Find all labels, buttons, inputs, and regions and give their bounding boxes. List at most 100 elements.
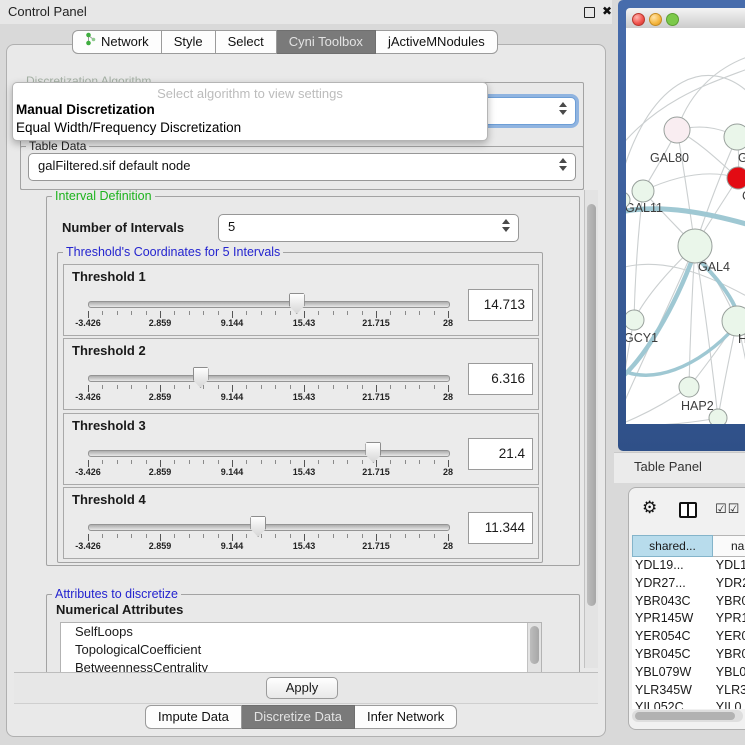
tick-mark bbox=[131, 534, 132, 538]
combobox-stepper-icon bbox=[559, 102, 568, 115]
slider-track[interactable] bbox=[88, 375, 450, 382]
cell-shared-name: YLR345W bbox=[632, 682, 716, 700]
network-node-gal80[interactable] bbox=[664, 117, 690, 143]
tick-label: -3.426 bbox=[75, 467, 101, 477]
threshold-value-field[interactable]: 11.344 bbox=[468, 512, 533, 544]
tick-mark bbox=[290, 460, 291, 464]
dropdown-option-2[interactable]: Equal Width/Frequency Discretization bbox=[16, 120, 241, 135]
network-node-gal11[interactable] bbox=[632, 180, 654, 202]
tick-mark bbox=[174, 311, 175, 315]
slider-track[interactable] bbox=[88, 301, 450, 308]
float-window-icon[interactable] bbox=[584, 7, 595, 18]
slider-thumb[interactable] bbox=[289, 293, 305, 314]
network-edge bbox=[695, 137, 737, 246]
tick-mark bbox=[448, 311, 449, 318]
threshold-panel-1: Threshold 1-3.4262.8599.14415.4321.71528… bbox=[63, 264, 539, 336]
slider-track[interactable] bbox=[88, 524, 450, 531]
tick-mark bbox=[419, 534, 420, 538]
list-scrollbar-track[interactable] bbox=[527, 623, 541, 673]
panel-scrollbar-thumb[interactable] bbox=[587, 204, 596, 606]
table-row[interactable]: YIL052CYIL0 bbox=[632, 699, 745, 709]
table-hscrollbar-thumb[interactable] bbox=[635, 712, 735, 720]
checkboxes-icon[interactable]: ☑☑ bbox=[715, 501, 740, 517]
node-label: GAL11 bbox=[626, 201, 663, 215]
cell-name: YBR0 bbox=[716, 593, 745, 611]
list-scrollbar-thumb[interactable] bbox=[530, 626, 539, 664]
network-node[interactable] bbox=[709, 409, 727, 424]
table-row[interactable]: YBR045CYBR0 bbox=[632, 646, 745, 664]
minimize-traffic-light-icon[interactable] bbox=[649, 13, 662, 26]
tab-infer-network[interactable]: Infer Network bbox=[355, 705, 457, 729]
tick-mark bbox=[261, 311, 262, 315]
tab-style[interactable]: Style bbox=[162, 30, 216, 54]
table-row[interactable]: YBR043CYBR0 bbox=[632, 593, 745, 611]
split-columns-icon[interactable] bbox=[679, 502, 697, 518]
threshold-value-field[interactable]: 14.713 bbox=[468, 289, 533, 321]
network-node-gcy1[interactable] bbox=[626, 310, 644, 330]
network-node-ga[interactable] bbox=[724, 124, 745, 150]
network-canvas[interactable]: GAL80GACGAL11GAL4GCY1HHAP2 bbox=[626, 28, 745, 424]
tick-mark bbox=[102, 385, 103, 389]
table-row[interactable]: YPR145WYPR1 bbox=[632, 610, 745, 628]
apply-button[interactable]: Apply bbox=[266, 677, 338, 699]
tick-mark bbox=[390, 460, 391, 464]
slider-thumb[interactable] bbox=[365, 442, 381, 463]
dropdown-option-1[interactable]: Manual Discretization bbox=[16, 102, 155, 117]
tick-mark bbox=[131, 311, 132, 315]
table-data-title: Table Data bbox=[26, 140, 89, 152]
tick-mark bbox=[448, 460, 449, 467]
network-node-gal4[interactable] bbox=[678, 229, 712, 263]
column-header-name[interactable]: na bbox=[713, 535, 745, 557]
table-data-combobox[interactable]: galFiltered.sif default node bbox=[28, 153, 576, 181]
close-traffic-light-icon[interactable] bbox=[632, 13, 645, 26]
gear-icon[interactable]: ⚙ bbox=[642, 498, 657, 518]
list-item[interactable]: TopologicalCoefficient bbox=[61, 641, 541, 659]
tick-mark bbox=[448, 385, 449, 392]
node-label: GAL80 bbox=[650, 151, 689, 165]
tick-mark bbox=[117, 460, 118, 464]
tick-mark bbox=[275, 311, 276, 315]
tick-mark bbox=[275, 385, 276, 389]
tick-mark bbox=[117, 534, 118, 538]
column-header-shared[interactable]: shared... bbox=[632, 535, 713, 557]
attributes-list: SelfLoopsTopologicalCoefficientBetweenne… bbox=[60, 622, 542, 674]
tab-network[interactable]: Network bbox=[72, 30, 162, 54]
zoom-traffic-light-icon[interactable] bbox=[666, 13, 679, 26]
slider-track[interactable] bbox=[88, 450, 450, 457]
tick-mark bbox=[434, 534, 435, 538]
network-node-c[interactable] bbox=[727, 167, 745, 189]
tick-label: 2.859 bbox=[149, 467, 172, 477]
tick-label: 28 bbox=[443, 392, 453, 402]
tick-mark bbox=[347, 460, 348, 464]
threshold-value-field[interactable]: 6.316 bbox=[468, 363, 533, 395]
network-edge bbox=[626, 418, 718, 424]
tick-mark bbox=[189, 460, 190, 464]
tick-label: 9.144 bbox=[221, 467, 244, 477]
slider-thumb[interactable] bbox=[193, 367, 209, 388]
num-intervals-combobox[interactable]: 5 bbox=[218, 214, 519, 242]
tick-label: 28 bbox=[443, 467, 453, 477]
tick-mark bbox=[318, 311, 319, 315]
slider-thumb[interactable] bbox=[250, 516, 266, 537]
close-icon[interactable]: ✖ bbox=[602, 4, 612, 18]
cell-shared-name: YDL19... bbox=[632, 557, 716, 575]
table-row[interactable]: YDR27...YDR2 bbox=[632, 575, 745, 593]
tab-discretize-data[interactable]: Discretize Data bbox=[242, 705, 355, 729]
tab-jactivemnodules[interactable]: jActiveMNodules bbox=[376, 30, 498, 54]
panel-scrollbar-track[interactable] bbox=[584, 190, 598, 668]
dropdown-hint: Select algorithm to view settings bbox=[13, 86, 487, 101]
list-item[interactable]: SelfLoops bbox=[61, 623, 541, 641]
network-node-hap2[interactable] bbox=[679, 377, 699, 397]
threshold-value-field[interactable]: 21.4 bbox=[468, 438, 533, 470]
tick-mark bbox=[333, 385, 334, 389]
table-row[interactable]: YBL079WYBL0 bbox=[632, 664, 745, 682]
tab-impute-data[interactable]: Impute Data bbox=[145, 705, 242, 729]
tab-cyni-toolbox[interactable]: Cyni Toolbox bbox=[277, 30, 376, 54]
tab-select[interactable]: Select bbox=[216, 30, 277, 54]
tick-mark bbox=[362, 460, 363, 464]
tick-mark bbox=[160, 460, 161, 467]
table-row[interactable]: YDL19...YDL1 bbox=[632, 557, 745, 575]
tick-mark bbox=[434, 385, 435, 389]
table-row[interactable]: YLR345WYLR3 bbox=[632, 682, 745, 700]
table-row[interactable]: YER054CYER0 bbox=[632, 628, 745, 646]
